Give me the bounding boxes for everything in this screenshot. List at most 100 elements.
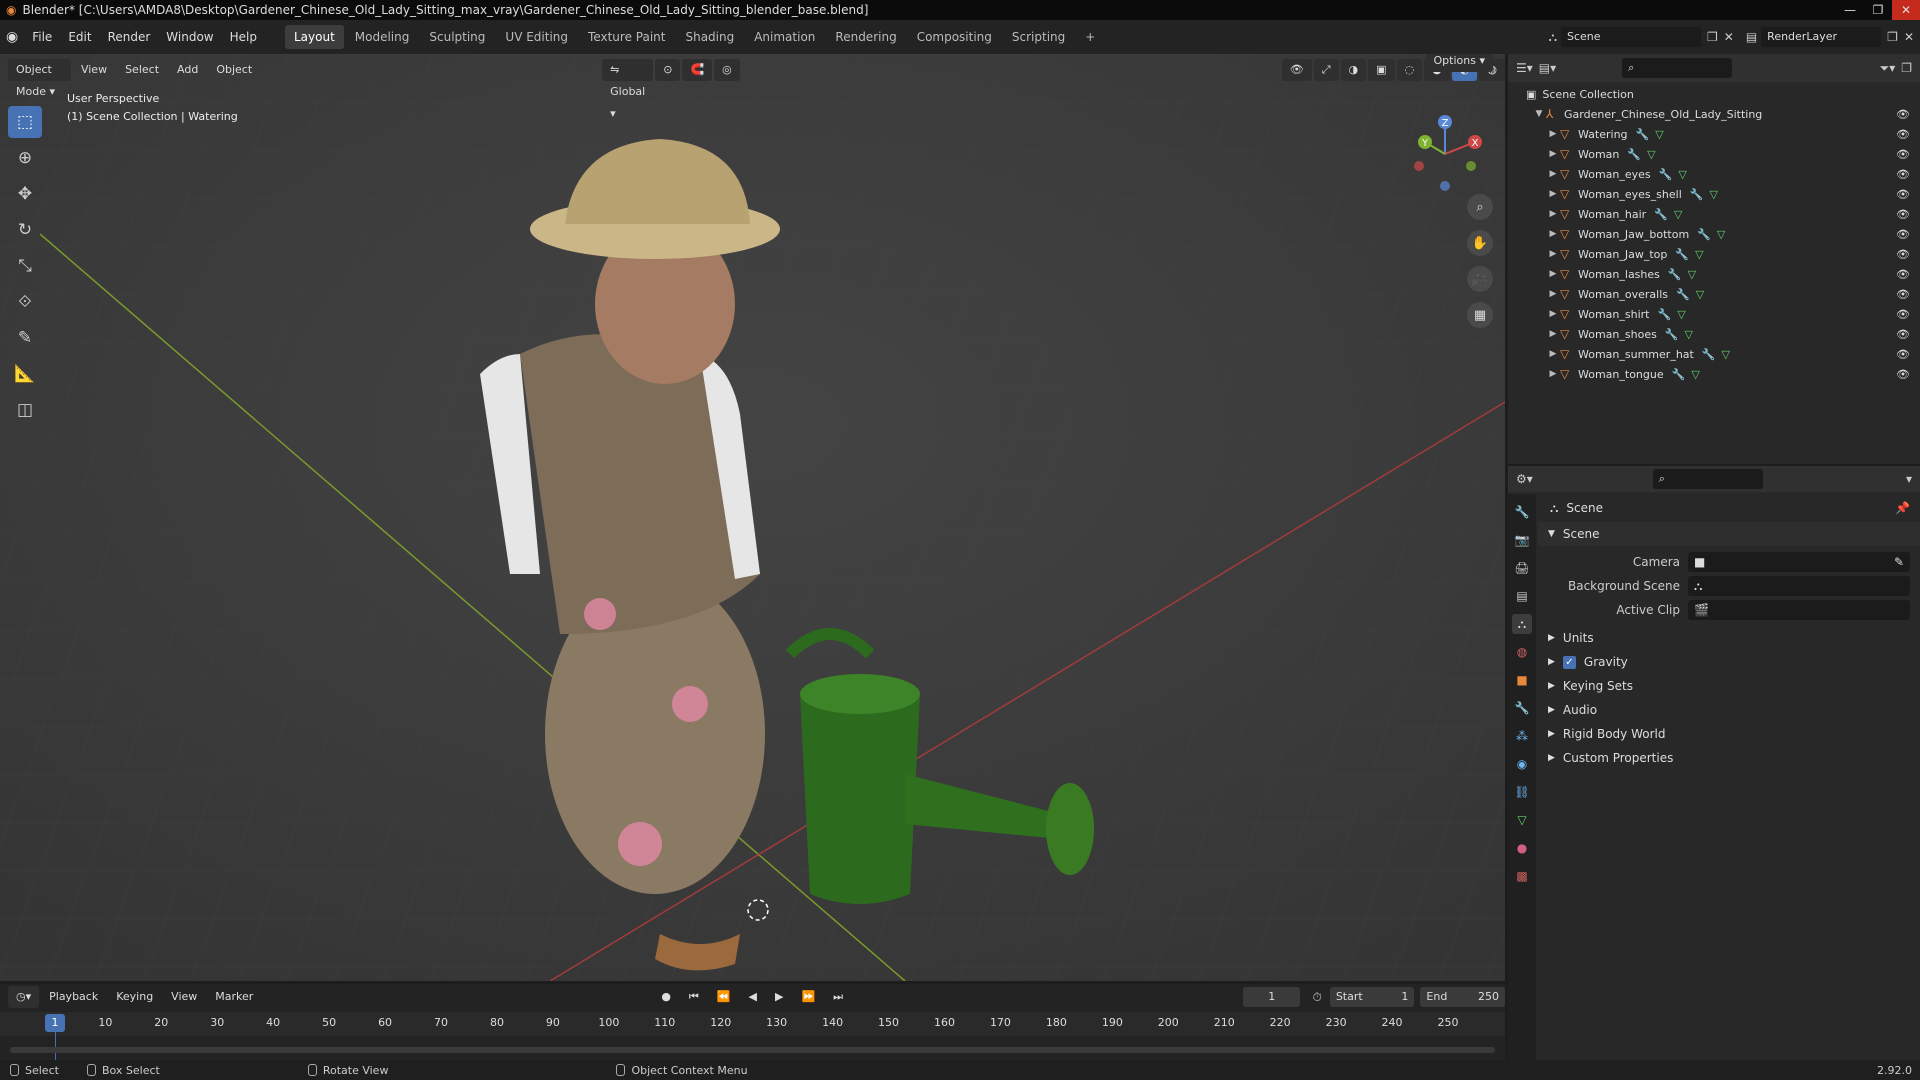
cursor-icon[interactable]: ⊕ xyxy=(8,142,42,174)
expand-chevron-icon[interactable]: ▶ xyxy=(1546,269,1560,279)
end-frame-field[interactable]: End 250 xyxy=(1420,987,1506,1007)
scene-tab-icon[interactable]: ⛬ xyxy=(1512,614,1532,634)
visibility-eye-icon[interactable]: 👁 xyxy=(1896,208,1910,221)
timeline-scrollbar[interactable] xyxy=(10,1047,1495,1053)
expand-chevron-icon[interactable]: ▶ xyxy=(1546,249,1560,259)
scene-selector[interactable]: Scene xyxy=(1561,27,1701,47)
expand-chevron-icon[interactable]: ▶ xyxy=(1546,309,1560,319)
properties-search-input[interactable]: ⌕ xyxy=(1652,469,1763,489)
visibility-eye-icon[interactable]: 👁 xyxy=(1896,288,1910,301)
expand-chevron-icon[interactable]: ▶ xyxy=(1546,209,1560,219)
menu-playback[interactable]: Playback ▾ xyxy=(41,986,106,1025)
menu-file[interactable]: File xyxy=(24,24,60,50)
delete-view-layer-icon[interactable]: ✕ xyxy=(1904,30,1914,44)
gravity-checkbox[interactable]: ✓ xyxy=(1562,655,1576,669)
expand-chevron-icon[interactable]: ▶ xyxy=(1546,229,1560,239)
jump-keyframe-forward-icon[interactable]: ⏩ xyxy=(793,986,823,1008)
object-tab-icon[interactable]: ■ xyxy=(1512,670,1532,690)
world-tab-icon[interactable]: ◍ xyxy=(1512,642,1532,662)
outliner-object-row[interactable]: ▶ ▽ Woman_Jaw_bottom 🔧▽ 👁 xyxy=(1508,224,1920,244)
3d-viewport[interactable]: Object Mode ▾ View Select Add Object ⇋ G… xyxy=(0,54,1505,981)
modifier-tab-icon[interactable]: 🔧 xyxy=(1512,698,1532,718)
menu-object[interactable]: Object xyxy=(208,59,260,81)
tab-layout[interactable]: Layout xyxy=(284,25,344,49)
outliner-object-row[interactable]: ▶ ▽ Woman_hair 🔧▽ 👁 xyxy=(1508,204,1920,224)
keying-sets-panel[interactable]: ▶ Keying Sets xyxy=(1538,674,1920,698)
new-collection-icon[interactable]: ❐ xyxy=(1901,61,1912,75)
visibility-eye-icon[interactable]: 👁 xyxy=(1896,308,1910,321)
menu-timeline-view[interactable]: View xyxy=(163,986,205,1008)
render-tab-icon[interactable]: 📷 xyxy=(1512,530,1532,550)
ortho-grid-icon[interactable]: ▦ xyxy=(1467,302,1493,328)
snap-icon[interactable]: 🧲 xyxy=(682,59,713,81)
outliner-object-row[interactable]: ▶ ▽ Woman_Jaw_top 🔧▽ 👁 xyxy=(1508,244,1920,264)
rotate-icon[interactable]: ↻ xyxy=(8,214,42,246)
tab-uv-editing[interactable]: UV Editing xyxy=(496,25,577,49)
proportional-edit-icon[interactable]: ◎ xyxy=(714,59,740,81)
menu-select[interactable]: Select xyxy=(117,59,167,81)
annotate-icon[interactable]: ✎ xyxy=(8,322,42,354)
view-layer-selector[interactable]: RenderLayer xyxy=(1761,27,1882,47)
eyedropper-icon[interactable]: ✎ xyxy=(1894,555,1904,569)
visibility-eye-icon[interactable]: 👁 xyxy=(1896,328,1910,341)
expand-chevron-icon[interactable]: ▶ xyxy=(1546,169,1560,179)
record-icon[interactable]: ● xyxy=(653,986,679,1008)
frame-ruler[interactable]: 1 10 20 30 40 50 60 70 80 90 100 110 120 130 140 150 160… xyxy=(0,1012,1505,1036)
menu-help[interactable]: Help xyxy=(222,24,265,50)
visibility-eye-icon[interactable]: 👁 xyxy=(1896,368,1910,381)
editor-type-icon[interactable]: ☰▾ xyxy=(1516,61,1533,75)
tool-tab-icon[interactable]: 🔧 xyxy=(1512,502,1532,522)
properties-editor-icon[interactable]: ⚙▾ xyxy=(1516,472,1533,486)
play-icon[interactable]: ▶ xyxy=(767,986,791,1008)
menu-add[interactable]: Add xyxy=(169,59,206,81)
pan-hand-icon[interactable]: ✋ xyxy=(1467,230,1493,256)
timeline-editor-icon[interactable]: ◷▾ xyxy=(8,986,40,1008)
audio-panel[interactable]: ▶ Audio xyxy=(1538,698,1920,722)
gravity-panel[interactable]: ▶ ✓ Gravity xyxy=(1538,650,1920,674)
outliner-object-row[interactable]: ▶ ▽ Woman_eyes 🔧▽ 👁 xyxy=(1508,164,1920,184)
scene-collection-row[interactable]: ▣ Scene Collection xyxy=(1508,84,1920,104)
jump-start-icon[interactable]: ⏮ xyxy=(681,986,707,1008)
expand-chevron-icon[interactable]: ▶ xyxy=(1546,149,1560,159)
outliner-object-row[interactable]: ▶ ▽ Woman_summer_hat 🔧▽ 👁 xyxy=(1508,344,1920,364)
expand-chevron-icon[interactable]: ▶ xyxy=(1546,369,1560,379)
blender-menu-icon[interactable]: ◉ xyxy=(6,29,18,45)
expand-chevron-icon[interactable]: ▶ xyxy=(1546,289,1560,299)
material-tab-icon[interactable]: ● xyxy=(1512,838,1532,858)
transform-icon[interactable]: ⟐ xyxy=(8,286,42,318)
data-tab-icon[interactable]: ▽ xyxy=(1512,810,1532,830)
visibility-eye-icon[interactable]: 👁 xyxy=(1896,168,1910,181)
background-scene-field[interactable]: ⛬ xyxy=(1688,576,1910,596)
add-workspace-button[interactable]: + xyxy=(1076,25,1104,49)
outliner-object-row[interactable]: ▶ ▽ Woman 🔧▽ 👁 xyxy=(1508,144,1920,164)
expand-chevron-icon[interactable]: ▶ xyxy=(1546,189,1560,199)
expand-chevron-icon[interactable]: ▶ xyxy=(1546,329,1560,339)
jump-keyframe-back-icon[interactable]: ⏪ xyxy=(709,986,739,1008)
select-box-icon[interactable]: ⬚ xyxy=(8,106,42,138)
tab-animation[interactable]: Animation xyxy=(745,25,824,49)
xray-icon[interactable]: ▣ xyxy=(1368,59,1395,81)
menu-keying[interactable]: Keying ▾ xyxy=(108,986,161,1025)
properties-options-icon[interactable]: ▾ xyxy=(1906,472,1912,486)
visibility-eye-icon[interactable]: 👁 xyxy=(1896,248,1910,261)
active-clip-field[interactable]: 🎬 xyxy=(1688,600,1910,620)
visibility-eye-icon[interactable]: 👁 xyxy=(1896,108,1910,121)
camera-field[interactable]: ■ ✎ xyxy=(1688,552,1910,572)
expand-chevron-icon[interactable]: ▶ xyxy=(1546,129,1560,139)
constraints-tab-icon[interactable]: ⛓ xyxy=(1512,782,1532,802)
new-view-layer-icon[interactable]: ❐ xyxy=(1887,30,1898,44)
minimize-button[interactable]: — xyxy=(1836,0,1864,20)
navigation-gizmo[interactable]: Z X Y xyxy=(1405,114,1485,194)
jump-end-icon[interactable]: ⏭ xyxy=(825,986,851,1008)
outliner-object-row[interactable]: ▶ ▽ Woman_overalls 🔧▽ 👁 xyxy=(1508,284,1920,304)
outliner-object-row[interactable]: ▶ ▽ Watering 🔧▽ 👁 xyxy=(1508,124,1920,144)
outliner-object-row[interactable]: ▶ ▽ Woman_shirt 🔧▽ 👁 xyxy=(1508,304,1920,324)
overlay-toggle-icon[interactable]: ◑ xyxy=(1340,59,1367,81)
custom-properties-panel[interactable]: ▶ Custom Properties xyxy=(1538,746,1920,770)
pin-icon[interactable]: 📌 xyxy=(1895,501,1910,515)
menu-marker[interactable]: Marker xyxy=(207,986,261,1008)
outliner-object-row[interactable]: ▶ ▽ Woman_lashes 🔧▽ 👁 xyxy=(1508,264,1920,284)
gizmo-toggle-icon[interactable]: ⤢ xyxy=(1313,59,1339,81)
tab-rendering[interactable]: Rendering xyxy=(826,25,905,49)
camera-view-icon[interactable]: 🎥 xyxy=(1467,266,1493,292)
